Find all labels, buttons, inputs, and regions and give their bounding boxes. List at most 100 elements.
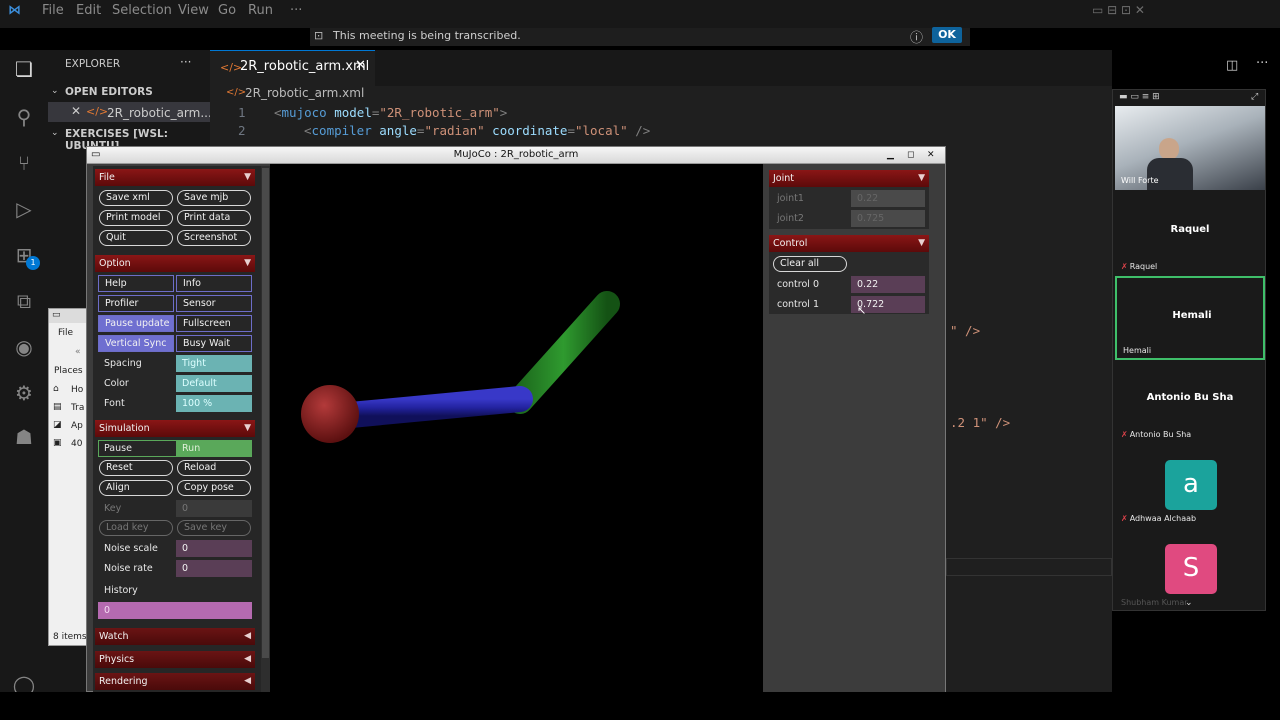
place-item[interactable]: 40 [71, 439, 82, 449]
tab-bar: </> 2R_robotic_arm.xml ✕ ◫ ··· [210, 50, 1268, 86]
menu-more[interactable]: ··· [290, 3, 302, 18]
menu-view[interactable]: View [178, 3, 209, 18]
code-line-1[interactable]: <mujoco model="2R_robotic_arm"> [274, 105, 507, 120]
chevron-down-icon[interactable]: ⌄ [51, 86, 59, 96]
help-toggle[interactable]: Help [98, 275, 174, 292]
sensor-toggle[interactable]: Sensor [176, 295, 252, 312]
menu-go[interactable]: Go [218, 3, 236, 18]
save-mjb-button[interactable]: Save mjb [177, 190, 251, 206]
search-icon[interactable]: ⚲ [11, 104, 37, 130]
busy-wait-toggle[interactable]: Busy Wait [176, 335, 252, 352]
menu-edit[interactable]: Edit [76, 3, 101, 18]
copy-pose-button[interactable]: Copy pose [177, 480, 251, 496]
menu-selection[interactable]: Selection [112, 3, 172, 18]
files-menu-file[interactable]: File [58, 328, 73, 338]
open-editors-header[interactable]: OPEN EDITORS [65, 86, 153, 98]
history-label: History [104, 585, 138, 596]
code-fragment[interactable]: " /> [950, 323, 980, 338]
explorer-more-icon[interactable]: ··· [180, 55, 191, 69]
quit-button[interactable]: Quit [99, 230, 173, 246]
pause-update-toggle[interactable]: Pause update [98, 315, 174, 332]
noise-scale-field[interactable]: 0 [176, 540, 252, 557]
font-select[interactable]: 100 % [176, 395, 252, 412]
source-control-icon[interactable]: ⑂ [11, 150, 37, 176]
github-icon[interactable]: ◉ [11, 334, 37, 360]
place-item[interactable]: Ho [71, 385, 83, 395]
back-icon[interactable]: « [75, 347, 81, 357]
participant-tile[interactable]: a ✗ Adhwaa Alchaab [1115, 444, 1265, 526]
key-slider[interactable]: 0 [176, 500, 252, 517]
minimize-icon[interactable]: ▁ [887, 147, 894, 163]
expand-icon[interactable]: ⤢ [1251, 92, 1258, 102]
tab-2r-robotic-arm[interactable]: </> 2R_robotic_arm.xml ✕ [210, 50, 375, 86]
menu-file[interactable]: File [42, 3, 64, 18]
mujoco-viewport[interactable] [270, 164, 763, 692]
section-watch[interactable]: Watch ◀ [95, 628, 255, 645]
history-slider[interactable]: 0 [98, 602, 252, 619]
robot-icon[interactable]: ☗ [11, 424, 37, 450]
close-icon[interactable]: ✕ [355, 58, 366, 73]
reload-button[interactable]: Reload [177, 460, 251, 476]
section-rendering[interactable]: Rendering ◀ [95, 673, 255, 690]
notice-ok-button[interactable]: OK [932, 27, 962, 43]
explorer-icon[interactable]: ❏ [11, 56, 37, 82]
fullscreen-toggle[interactable]: Fullscreen [176, 315, 252, 332]
info-toggle[interactable]: Info [176, 275, 252, 292]
participant-tile-active[interactable]: Hemali Hemali [1115, 276, 1265, 360]
spacing-label: Spacing [104, 358, 142, 369]
window-icon: ▭ [91, 149, 101, 160]
close-icon[interactable]: ✕ [71, 104, 81, 118]
print-data-button[interactable]: Print data [177, 210, 251, 226]
vertical-sync-toggle[interactable]: Vertical Sync [98, 335, 174, 352]
trash-icon: ▤ [53, 402, 62, 412]
color-select[interactable]: Default [176, 375, 252, 392]
tab-label[interactable]: 2R_robotic_arm.xml [240, 59, 369, 74]
spacing-select[interactable]: Tight [176, 355, 252, 372]
load-key-button[interactable]: Load key [99, 520, 173, 536]
place-item[interactable]: Tra [71, 403, 84, 413]
save-xml-button[interactable]: Save xml [99, 190, 173, 206]
code-fragment[interactable]: .2 1" /> [950, 415, 1010, 430]
profiler-toggle[interactable]: Profiler [98, 295, 174, 312]
section-physics[interactable]: Physics ◀ [95, 651, 255, 668]
participant-label: ✗ Antonio Bu Sha [1121, 430, 1192, 439]
control0-slider[interactable]: 0.22 [851, 276, 925, 293]
open-editor-name[interactable]: 2R_robotic_arm.... [107, 106, 216, 120]
pause-option[interactable]: Pause [104, 440, 132, 457]
run-option[interactable]: Run [176, 441, 252, 456]
close-icon[interactable]: ✕ [927, 147, 935, 163]
reset-button[interactable]: Reset [99, 460, 173, 476]
breadcrumb[interactable]: 2R_robotic_arm.xml [245, 86, 364, 100]
window-title: MuJoCo : 2R_robotic_arm [453, 149, 579, 160]
run-debug-icon[interactable]: ▷ [11, 196, 37, 222]
clear-all-button[interactable]: Clear all [773, 256, 847, 272]
align-button[interactable]: Align [99, 480, 173, 496]
pause-run-radio[interactable]: Pause Run [98, 440, 252, 457]
noise-rate-field[interactable]: 0 [176, 560, 252, 577]
participant-tile[interactable]: Raquel ✗ Raquel [1115, 192, 1265, 274]
editor-more-icon[interactable]: ··· [1256, 56, 1268, 71]
section-file[interactable]: File ▼ [95, 169, 255, 186]
participant-tile[interactable]: Antonio Bu Sha ✗ Antonio Bu Sha [1115, 360, 1265, 442]
section-control[interactable]: Control ▼ [769, 235, 929, 252]
section-option[interactable]: Option ▼ [95, 255, 255, 272]
remote-explorer-icon[interactable]: ⧉ [11, 288, 37, 314]
scrollbar-thumb[interactable] [262, 168, 269, 658]
container-icon[interactable]: ⚙ [11, 380, 37, 406]
participant-tile[interactable]: Will Forte [1115, 106, 1265, 190]
section-joint[interactable]: Joint ▼ [769, 170, 929, 187]
participant-tile[interactable]: S Shubham Kumar ⌄ [1115, 528, 1265, 610]
menu-run[interactable]: Run [248, 3, 273, 18]
code-line-2[interactable]: <compiler angle="radian" coordinate="loc… [304, 123, 650, 138]
mujoco-titlebar: ▭ MuJoCo : 2R_robotic_arm ▁ ◻ ✕ [87, 147, 945, 164]
print-model-button[interactable]: Print model [99, 210, 173, 226]
left-panel-scrollbar[interactable] [261, 166, 270, 692]
place-item[interactable]: Ap [71, 421, 83, 431]
chevron-down-icon[interactable]: ⌄ [1185, 598, 1193, 608]
maximize-icon[interactable]: ◻ [907, 147, 914, 163]
split-editor-icon[interactable]: ◫ [1226, 58, 1238, 73]
section-simulation[interactable]: Simulation ▼ [95, 420, 255, 437]
screenshot-button[interactable]: Screenshot [177, 230, 251, 246]
save-key-button[interactable]: Save key [177, 520, 251, 536]
chevron-down-icon[interactable]: ⌄ [51, 128, 59, 138]
